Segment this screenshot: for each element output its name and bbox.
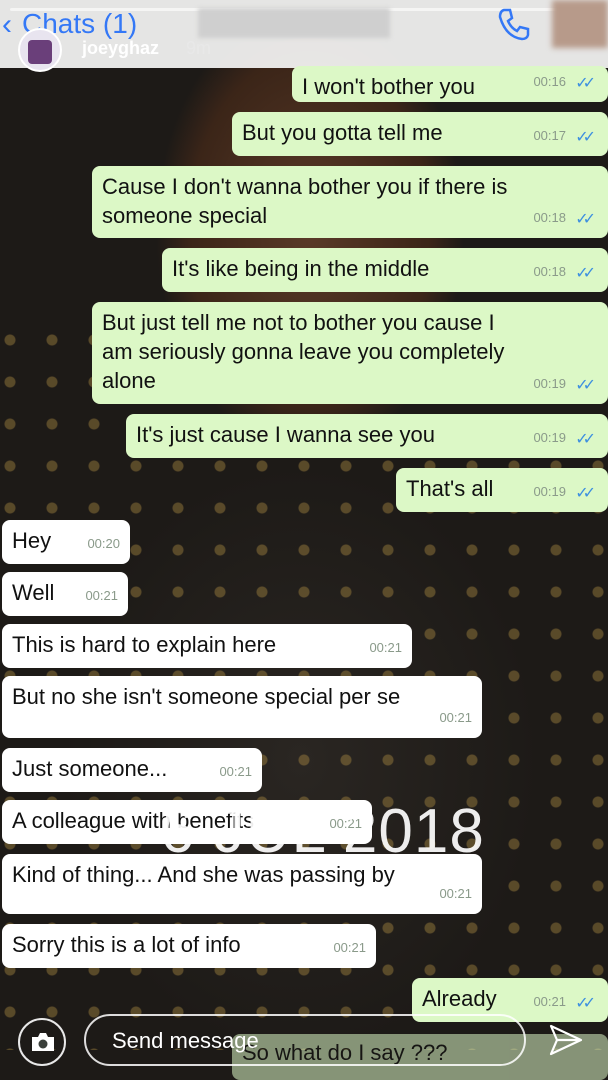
double-check-icon: ✓✓: [575, 265, 596, 282]
outgoing-message-bubble[interactable]: That's all 00:19 ✓✓: [396, 468, 608, 512]
message-timestamp: 00:21: [533, 994, 566, 1009]
camera-button[interactable]: [18, 1018, 66, 1066]
message-text: Cause I don't wanna bother you if there …: [102, 174, 508, 228]
phone-icon[interactable]: [494, 4, 534, 44]
blurred-contact-name: [198, 8, 390, 38]
message-timestamp: 00:21: [439, 710, 472, 725]
outgoing-message-bubble[interactable]: Cause I don't wanna bother you if there …: [92, 166, 608, 238]
double-check-icon: ✓✓: [575, 129, 596, 146]
message-timestamp: 00:18: [533, 264, 566, 279]
story-username[interactable]: joeyghaz: [82, 38, 159, 59]
incoming-message-bubble[interactable]: Well 00:21: [2, 572, 128, 616]
double-check-icon: ✓✓: [575, 485, 596, 502]
double-check-icon: ✓✓: [575, 431, 596, 448]
message-text: It's just cause I wanna see you: [136, 422, 435, 447]
incoming-message-bubble[interactable]: Hey 00:20: [2, 520, 130, 564]
outgoing-message-bubble[interactable]: But just tell me not to bother you cause…: [92, 302, 608, 404]
blurred-thumbnail: [552, 0, 608, 48]
message-text: This is hard to explain here: [12, 632, 277, 657]
camera-icon: [32, 1033, 54, 1051]
message-timestamp: 00:17: [533, 128, 566, 143]
message-text: That's all: [406, 476, 494, 501]
incoming-message-bubble[interactable]: Just someone... 00:21: [2, 748, 262, 792]
message-timestamp: 00:16: [533, 74, 566, 89]
send-message-placeholder: Send message: [112, 1028, 259, 1053]
incoming-message-bubble[interactable]: But no she isn't someone special per se 0…: [2, 676, 482, 738]
message-timestamp: 00:21: [333, 940, 366, 955]
double-check-icon: ✓✓: [575, 995, 596, 1012]
double-check-icon: ✓✓: [575, 75, 596, 92]
message-timestamp: 00:21: [439, 886, 472, 901]
message-timestamp: 00:21: [85, 588, 118, 603]
message-timestamp: 00:18: [533, 210, 566, 225]
message-text: Sorry this is a lot of info: [12, 932, 241, 957]
outgoing-message-bubble[interactable]: It's just cause I wanna see you 00:19 ✓✓: [126, 414, 608, 458]
send-icon[interactable]: [548, 1022, 584, 1058]
message-timestamp: 00:21: [369, 640, 402, 655]
message-timestamp: 00:19: [533, 484, 566, 499]
message-text: But no she isn't someone special per se: [12, 684, 401, 709]
double-check-icon: ✓✓: [575, 211, 596, 228]
message-timestamp: 00:20: [87, 536, 120, 551]
message-text: Just someone...: [12, 756, 168, 781]
message-timestamp: 00:19: [533, 430, 566, 445]
incoming-message-bubble[interactable]: This is hard to explain here 00:21: [2, 624, 412, 668]
story-time-ago: 9m: [186, 38, 212, 58]
outgoing-message-bubble[interactable]: It's like being in the middle 00:18 ✓✓: [162, 248, 608, 292]
date-overlay-text: 6 JUL 2018: [160, 797, 485, 866]
message-timestamp: 00:19: [533, 376, 566, 391]
message-text: Already: [422, 986, 497, 1011]
message-timestamp: 00:21: [219, 764, 252, 779]
outgoing-message-bubble[interactable]: But you gotta tell me 00:17 ✓✓: [232, 112, 608, 156]
double-check-icon: ✓✓: [575, 377, 596, 394]
outgoing-message-bubble[interactable]: I won't bother you 00:16 ✓✓: [292, 66, 608, 102]
message-text: But just tell me not to bother you cause…: [102, 310, 505, 393]
avatar[interactable]: [18, 28, 62, 72]
chevron-left-icon[interactable]: ‹: [2, 10, 12, 40]
send-message-input[interactable]: Send message: [84, 1014, 526, 1066]
incoming-message-bubble[interactable]: Sorry this is a lot of info 00:21: [2, 924, 376, 968]
